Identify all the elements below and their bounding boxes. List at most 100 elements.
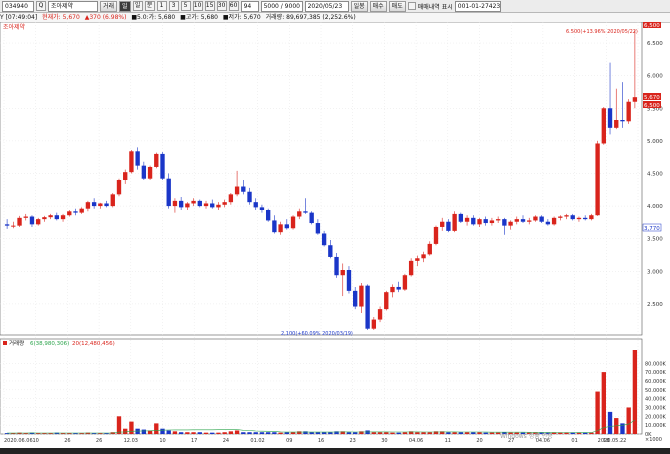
- daily-toggle[interactable]: 일: [119, 0, 131, 12]
- candle-body: [520, 219, 526, 222]
- volume-bar: [321, 432, 327, 434]
- date-tick-label: 23: [350, 438, 356, 444]
- per-day-button[interactable]: 일: [132, 1, 143, 11]
- volume-bar: [303, 431, 308, 434]
- tick-15-button[interactable]: 15: [204, 1, 215, 11]
- candle-body: [297, 211, 302, 217]
- per-minute-button[interactable]: 분: [144, 1, 155, 11]
- period-select[interactable]: 거래: [100, 0, 118, 12]
- candle-body: [259, 207, 265, 210]
- candle-body: [502, 219, 507, 226]
- volume-bar: [607, 411, 613, 434]
- date-tick-label: 10: [33, 438, 39, 444]
- candle-body: [477, 219, 482, 225]
- price-tick-label: 3.000: [647, 269, 663, 275]
- date-field[interactable]: 2020/05/23: [304, 0, 349, 12]
- date-tick-label: 20: [476, 438, 482, 444]
- volume-bar: [272, 432, 277, 434]
- date-tick-label: 10: [159, 438, 165, 444]
- volume-bar: [489, 432, 495, 434]
- candle-body: [614, 120, 619, 128]
- buy-button[interactable]: 매수: [369, 0, 387, 12]
- volume-bar: [309, 432, 314, 434]
- tick-10-button[interactable]: 10: [192, 1, 203, 11]
- candle-body: [446, 221, 451, 231]
- tick-3-button[interactable]: 3: [168, 1, 179, 11]
- candle-body: [42, 217, 47, 220]
- candle-body: [551, 217, 557, 225]
- date-tick-label: 30: [381, 438, 387, 444]
- candle-body: [60, 215, 66, 220]
- candle-body: [365, 285, 370, 329]
- volume-bar: [464, 432, 470, 434]
- candle-body: [91, 202, 97, 207]
- low-price: ■저가: 5,670: [222, 14, 261, 21]
- candle-body: [545, 221, 551, 225]
- candle-body: [98, 203, 103, 207]
- stock-code-input[interactable]: 034940: [2, 0, 34, 12]
- volume-bar: [483, 432, 488, 434]
- stock-chart[interactable]: 6.5006.0005.5005.0004.5004.0003.5003.000…: [0, 22, 670, 448]
- tick-1-button[interactable]: 1: [156, 1, 167, 11]
- volume-bar: [241, 432, 246, 434]
- count-input[interactable]: 94: [240, 0, 259, 12]
- candle-body: [601, 108, 606, 144]
- candle-body: [558, 216, 563, 218]
- date-tick-label: 17: [191, 438, 197, 444]
- candle-body: [514, 219, 519, 222]
- candle-body: [353, 290, 358, 307]
- daily-candle-tab[interactable]: 일봉: [350, 0, 368, 12]
- price-change: ▲370 (6.98%): [84, 14, 127, 21]
- volume-bar: [371, 432, 377, 434]
- date-tick-label: 09: [286, 438, 292, 444]
- tick-60-button[interactable]: 60: [228, 1, 239, 11]
- candle-body: [570, 215, 575, 220]
- volume-bar: [265, 432, 271, 434]
- date-tick-label: 16: [318, 438, 324, 444]
- series-name-label: 조아제약: [3, 23, 26, 31]
- candle-body: [54, 215, 60, 220]
- volume-tick-label: 50.000K: [645, 388, 666, 394]
- volume-bar: [297, 431, 302, 434]
- candle-body: [48, 215, 53, 218]
- candle-body: [278, 224, 283, 233]
- candle-body: [384, 292, 389, 310]
- account-select[interactable]: 001-01-274238: [454, 0, 501, 12]
- volume-bar: [123, 428, 128, 434]
- candle-body: [427, 243, 432, 255]
- price-tick-label: 5.000: [647, 139, 663, 145]
- candle-body: [371, 319, 377, 329]
- volume-bar: [278, 432, 283, 434]
- tick-5-button[interactable]: 5: [180, 1, 191, 11]
- price-tick-label: 4.500: [647, 171, 663, 177]
- volume-bar: [477, 432, 482, 434]
- volume-bar: [402, 432, 408, 434]
- range-field[interactable]: 5000 / 9000: [260, 0, 303, 12]
- date-tick-label: 26: [64, 438, 70, 444]
- price-tick-label: 3.500: [647, 237, 663, 243]
- candle-body: [303, 211, 308, 213]
- volume-tick-label: 10.000K: [645, 423, 666, 429]
- volume-bar: [228, 431, 234, 434]
- candle-body: [402, 275, 408, 290]
- sell-button[interactable]: 매도: [388, 0, 406, 12]
- volume-bar: [203, 432, 209, 434]
- candle-body: [222, 202, 227, 205]
- volume-bar: [247, 432, 252, 434]
- tick-30-button[interactable]: 30: [216, 1, 227, 11]
- candle-body: [36, 219, 41, 225]
- candle-body: [253, 202, 258, 208]
- date-tick-label: 04.06: [409, 438, 423, 444]
- candle-body: [197, 200, 202, 207]
- volume-bar: [222, 432, 227, 434]
- search-icon[interactable]: Q: [36, 1, 46, 11]
- trade-history-checkbox[interactable]: [407, 2, 416, 10]
- stock-name-field[interactable]: 조아제약: [48, 0, 98, 12]
- candle-body: [340, 270, 345, 276]
- candle-body: [185, 203, 190, 208]
- volume-bar: [377, 432, 383, 434]
- candle-body: [315, 223, 321, 234]
- candle-body: [321, 233, 327, 246]
- candle-body: [160, 153, 165, 179]
- high-marker-label: 6.500(+13.96% 2020/05/22): [566, 29, 638, 35]
